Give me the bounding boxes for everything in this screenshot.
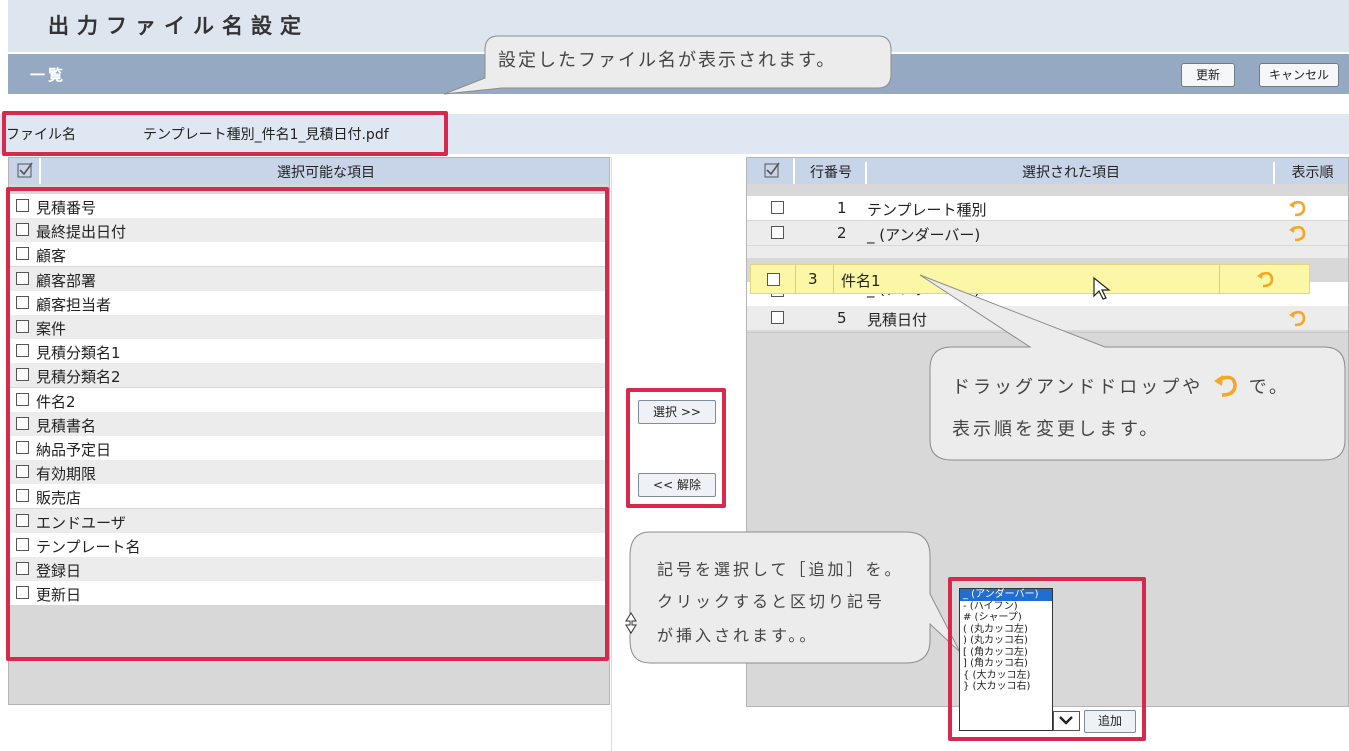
col-row-number: 行番号 [797, 162, 867, 184]
undo-arrow-icon [1214, 375, 1237, 397]
cell-divider [795, 265, 796, 293]
row-label: テンプレート種別 [867, 201, 987, 219]
selected-row[interactable]: 1 テンプレート種別 [747, 196, 1348, 220]
row-number: 1 [837, 199, 847, 217]
row-number: 3 [808, 270, 818, 288]
column-divider [611, 157, 612, 751]
selected-header: 行番号 選択された項目 表示順 [747, 158, 1348, 184]
row-number: 5 [837, 309, 847, 327]
row-checkbox[interactable] [771, 311, 784, 324]
row-number: 2 [837, 224, 847, 242]
row-checkbox[interactable] [771, 201, 784, 214]
callout-bottom-line1: 記号を選択して［追加］を。 [657, 560, 904, 579]
row-label: _ (アンダーバー) [867, 226, 981, 244]
check-all-icon [17, 162, 33, 178]
symbol-option[interactable]: } (大カッコ右) [960, 681, 1052, 693]
select-all-selected-checkbox[interactable] [747, 158, 795, 184]
callout-right-line2: 表示順を変更します。 [952, 419, 1161, 440]
symbol-option[interactable]: - (ハイフン) [960, 601, 1052, 613]
available-header-label: 選択可能な項目 [277, 165, 375, 181]
symbol-option[interactable]: { (大カッコ左) [960, 670, 1052, 682]
release-button[interactable]: << 解除 [638, 473, 716, 497]
symbol-option[interactable]: _ (アンダーバー) [960, 589, 1052, 601]
undo-arrow-icon[interactable] [1287, 198, 1307, 218]
callout-top-text: 設定したファイル名が表示されます。 [498, 50, 837, 71]
callout-right-text-1: ドラッグアンドドロップや [952, 377, 1204, 398]
selected-row[interactable]: 2 _ (アンダーバー) [747, 221, 1348, 245]
chevron-down-icon [1059, 716, 1073, 725]
row-label: 件名1 [841, 272, 881, 290]
undo-arrow-icon[interactable] [1287, 223, 1307, 243]
col-display-order: 表示順 [1291, 165, 1334, 181]
check-all-icon [764, 162, 780, 178]
symbol-option[interactable]: ( (丸カッコ左) [960, 624, 1052, 636]
callout-right-line1: ドラッグアンドドロップや で。 [952, 373, 1290, 399]
available-list-highlight [6, 187, 609, 661]
callout-bottom-line2: クリックすると区切り記号 [657, 592, 886, 611]
cell-divider [833, 265, 834, 293]
cancel-button[interactable]: キャンセル [1259, 63, 1339, 87]
symbol-option[interactable]: # (シャープ) [960, 612, 1052, 624]
callout-right-text-1b: で。 [1248, 377, 1291, 398]
symbol-option[interactable]: ] (角カッコ右) [960, 658, 1052, 670]
row-checkbox[interactable] [771, 226, 784, 239]
select-button[interactable]: 選択 >> [638, 400, 716, 424]
col-selected-item: 選択された項目 [869, 162, 1275, 184]
row-checkbox[interactable] [767, 273, 780, 286]
resize-cursor-icon [625, 612, 637, 634]
available-header: 選択可能な項目 [9, 158, 609, 184]
select-all-checkbox[interactable] [9, 158, 41, 184]
filename-highlight [2, 111, 448, 156]
list-title: 一覧 [30, 66, 67, 84]
symbol-option[interactable]: ) (丸カッコ右) [960, 635, 1052, 647]
add-symbol-button[interactable]: 追加 [1084, 710, 1136, 733]
callout-bottom-line3: が挿入されます。。 [657, 626, 819, 645]
page-title: 出力ファイル名設定 [48, 14, 309, 38]
drop-placeholder [747, 246, 1348, 258]
update-button[interactable]: 更新 [1181, 63, 1235, 87]
symbol-dropdown-toggle[interactable] [1053, 711, 1080, 731]
symbol-listbox[interactable]: _ (アンダーバー) - (ハイフン) # (シャープ)( (丸カッコ左)) (丸カ… [959, 588, 1053, 731]
symbol-option[interactable]: [ (角カッコ左) [960, 647, 1052, 659]
